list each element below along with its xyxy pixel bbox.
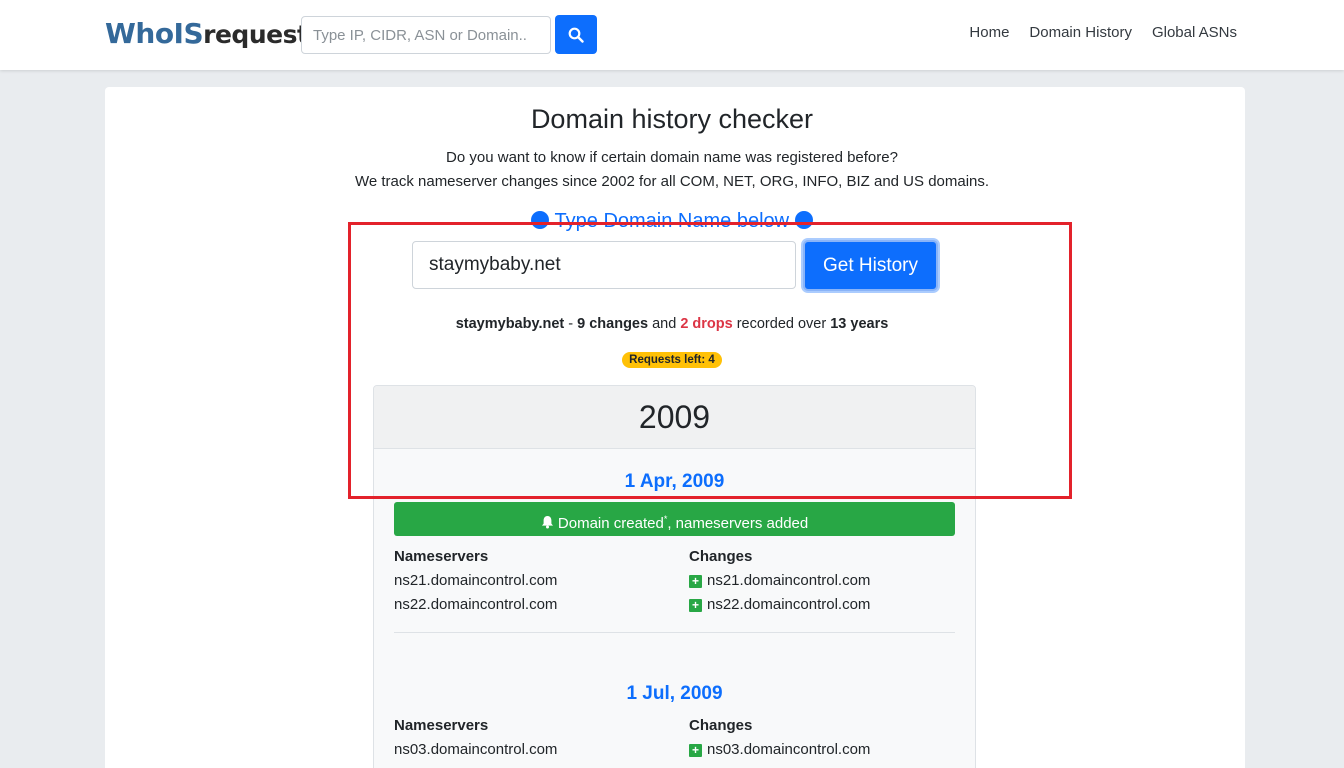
summary-changes: 9 changes (577, 316, 649, 332)
event-label: Domain created (557, 515, 664, 532)
summary-years: 13 years (830, 316, 889, 332)
history-summary: staymybaby.net - 9 changes and 2 drops r… (0, 316, 1344, 332)
lead-text-line2: We track nameserver changes since 2002 f… (354, 173, 990, 190)
arrow-down-icon (794, 211, 813, 229)
get-history-button[interactable]: Get History (803, 240, 938, 291)
year-panel: 2009 1 Apr, 2009 Domain created*, namese… (373, 385, 976, 768)
requests-left-badge: Requests left: 4 (622, 352, 722, 368)
change-item: + ns22.domaincontrol.com (689, 596, 870, 613)
changes-header: Changes (689, 717, 753, 734)
site-logo[interactable]: WhoISrequest (105, 14, 309, 55)
logo-text-whois: WhoIS (105, 17, 204, 50)
plus-icon: + (689, 575, 702, 588)
navbar: WhoISrequest Home Domain History Global … (0, 0, 1344, 70)
bell-icon (541, 516, 553, 529)
change-text: ns03.domaincontrol.com (707, 741, 871, 758)
nameserver-item: ns03.domaincontrol.com (394, 741, 558, 758)
plus-icon: + (689, 599, 702, 612)
summary-drops: 2 drops (680, 316, 733, 332)
summary-domain: staymybaby.net (455, 316, 565, 332)
lead-text-line1: Do you want to know if certain domain na… (446, 149, 898, 166)
requests-badge-wrap: Requests left: 4 (0, 350, 1344, 368)
nameservers-header: Nameservers (394, 548, 489, 565)
change-text: ns22.domaincontrol.com (707, 596, 871, 613)
event-label-suffix: , nameservers added (667, 515, 809, 532)
hint-text: Type Domain Name below (554, 210, 790, 232)
nav-links: Home Domain History Global ASNs (969, 24, 1237, 41)
plus-icon: + (689, 744, 702, 757)
year-heading: 2009 (374, 386, 975, 449)
nav-link-global-asns[interactable]: Global ASNs (1152, 24, 1237, 41)
summary-recorded: recorded over (732, 316, 831, 332)
nameservers-header: Nameservers (394, 717, 489, 734)
entry-divider (394, 632, 955, 633)
event-domain-created: Domain created*, nameservers added (394, 502, 955, 536)
page-title: Domain history checker (530, 104, 814, 134)
changes-header: Changes (689, 548, 753, 565)
nameserver-item: ns21.domaincontrol.com (394, 572, 558, 589)
logo-text-request: request (203, 20, 309, 49)
arrow-down-icon (531, 211, 550, 229)
nav-search-input[interactable] (301, 16, 551, 54)
change-item: + ns03.domaincontrol.com (689, 741, 870, 758)
history-date: 1 Jul, 2009 (626, 683, 723, 704)
history-date: 1 Apr, 2009 (624, 471, 725, 492)
type-domain-hint: Type Domain Name below (0, 210, 1344, 233)
nav-link-domain-history[interactable]: Domain History (1029, 24, 1132, 41)
nameserver-item: ns22.domaincontrol.com (394, 596, 558, 613)
domain-input[interactable] (412, 241, 796, 289)
summary-sep: - (564, 316, 578, 332)
change-text: ns21.domaincontrol.com (707, 572, 871, 589)
summary-and: and (648, 316, 681, 332)
change-item: + ns21.domaincontrol.com (689, 572, 870, 589)
nav-search-button[interactable] (555, 15, 597, 54)
nav-link-home[interactable]: Home (969, 24, 1009, 41)
search-icon (568, 27, 584, 43)
